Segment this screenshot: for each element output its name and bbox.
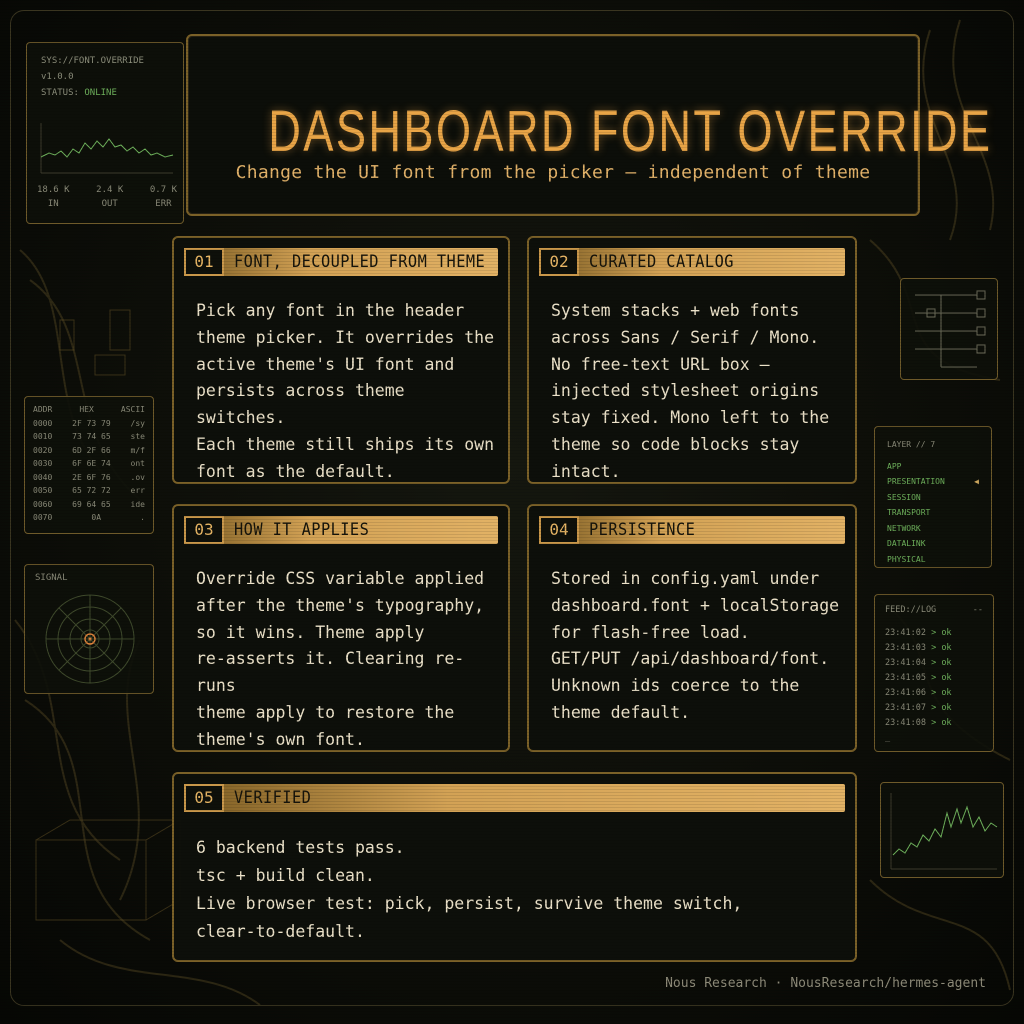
radar-icon [45,594,135,684]
layer-panel: LAYER // 7 APP PRESENTATION ◀ SESSION TRANSP… [874,426,992,568]
system-status: STATUS: ONLINE [41,88,117,98]
circuit-schematic-icon [915,290,986,368]
card-verified: 05 VERIFIED 6 backend tests pass. tsc + … [172,772,857,962]
footer-credit: Nous Research · NousResearch/hermes-agen… [665,976,986,991]
card-number: 04 [539,516,579,544]
feed-rows: 23:41:02 > ok 23:41:03 > ok 23:41:04 > ok 2… [885,626,983,731]
layer-item: DATALINK [887,539,926,548]
hex-dump-panel: ADDR HEX ASCII 0000 2F 73 79/sy 0010 73 74 65… [24,396,154,534]
hex-row: 0060 69 64 65 ide [33,499,145,509]
active-layer-marker-icon: ◀ [974,477,979,486]
stat-in: 18.6 K IN [37,185,70,209]
hex-header: ADDR HEX ASCII [33,405,145,414]
hex-row: 0070 0A. [33,513,145,522]
stat-out: 2.4 K OUT [96,185,124,209]
layer-list: APP PRESENTATION ◀ SESSION TRANSPORT NETWORK D… [887,459,979,568]
signal-radar-panel: SIGNAL [24,564,154,694]
feed-entry: 23:41:02 > ok [885,628,952,638]
card-number: 05 [184,784,224,812]
card-title: FONT, DECOUPLED FROM THEME [234,252,486,272]
hex-row: 0000 2F 73 79/sy [33,418,145,428]
card-title: VERIFIED [234,788,312,808]
feed-entry: 23:41:06 > ok [885,688,952,698]
layer-item: APP [887,461,902,471]
hex-row: 0010 73 74 65 ste [33,432,145,441]
card-persistence: 04 PERSISTENCE Stored in config.yaml und… [527,504,857,752]
hex-rows: 0000 2F 73 79/sy 0010 73 74 65 ste 0020 6D 2F … [33,417,145,525]
header-panel: DASHBOARD FONT OVERRIDE Change the UI fo… [186,34,993,216]
card-body: System stacks + web fonts across Sans / … [551,301,830,481]
hex-row: 0020 6D 2F 66 m/f [33,445,145,455]
card-body: 6 backend tests pass. tsc + build clean.… [196,838,743,941]
card-title: HOW IT APPLIES [234,520,370,540]
card-body: Stored in config.yaml under dashboard.fo… [551,569,840,722]
feed-entry: 23:41:08 > ok [885,718,952,728]
feed-entry: 23:41:04 > ok [885,658,952,668]
activity-sparkline [890,793,998,870]
system-status-panel: SYS://FONT.OVERRIDE v1.0.0 STATUS: ONLIN… [26,42,184,224]
card-number: 02 [539,248,579,276]
layer-item: PHYSICAL [887,554,926,564]
layer-item: SESSION [887,492,921,502]
signal-label: SIGNAL [35,573,68,583]
page-subtitle: Change the UI font from the picker — ind… [235,162,871,183]
card-body: Pick any font in the header theme picker… [196,301,495,481]
system-id: SYS://FONT.OVERRIDE [41,56,144,66]
system-version: v1.0.0 [41,72,74,82]
feed-log-panel: FEED://LOG -- 23:41:02 > ok 23:41:03 > ok 2… [874,594,994,752]
layer-item: NETWORK [887,523,921,533]
card-number: 01 [184,248,224,276]
layer-item: TRANSPORT [887,508,931,517]
card-number: 03 [184,516,224,544]
layer-title: LAYER // 7 [887,440,936,449]
hex-row: 0040 2E 6F 76 .ov [33,472,145,482]
layer-item: PRESENTATION ◀ [887,474,979,490]
feed-entry: 23:41:07 > ok [885,703,952,713]
page-title: DASHBOARD FONT OVERRIDE [268,99,993,164]
card-body: Override CSS variable applied after the … [196,569,485,749]
status-online-badge: ONLINE [84,88,117,98]
card-how-it-applies: 03 HOW IT APPLIES Override CSS variable … [172,504,510,752]
feed-entry: 23:41:05 > ok [885,673,952,683]
card-title: CURATED CATALOG [589,252,734,272]
schematic-panel [900,278,998,380]
feed-cursor: _ [885,733,891,743]
card-font-decoupled: 01 FONT, DECOUPLED FROM THEME Pick any f… [172,236,510,484]
mini-chart-panel [880,782,1004,878]
feed-entry: 23:41:03 > ok [885,643,952,653]
card-curated-catalog: 02 CURATED CATALOG System stacks + web f… [527,236,857,484]
stat-err: 0.7 K ERR [149,185,177,209]
card-title: PERSISTENCE [589,520,696,540]
feed-header: FEED://LOG -- [885,605,983,615]
hex-row: 0030 6F 6E 74 ont [33,459,145,468]
hex-row: 0050 65 72 72 err [33,486,145,495]
